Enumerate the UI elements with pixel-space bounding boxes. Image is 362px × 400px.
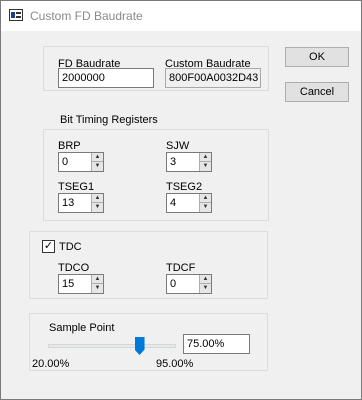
app-icon xyxy=(9,9,23,21)
brp-label: BRP xyxy=(58,140,81,152)
brp-spinner[interactable]: 0 ▲ ▼ xyxy=(58,152,104,172)
tdco-down-arrow-icon[interactable]: ▼ xyxy=(91,284,103,293)
tdcf-up-arrow-icon[interactable]: ▲ xyxy=(199,275,211,284)
sample-point-max-label: 95.00% xyxy=(156,358,194,370)
sjw-spinner[interactable]: 3 ▲ ▼ xyxy=(166,152,212,172)
brp-up-arrow-icon[interactable]: ▲ xyxy=(91,153,103,162)
tdcf-spinner[interactable]: 0 ▲ ▼ xyxy=(166,274,212,294)
fd-baudrate-input[interactable]: 2000000 xyxy=(58,68,154,88)
dialog-window: Custom FD Baudrate FD Baudrate 2000000 C… xyxy=(0,0,362,400)
tseg2-down-arrow-icon[interactable]: ▼ xyxy=(199,203,211,212)
brp-down-arrow-icon[interactable]: ▼ xyxy=(91,162,103,171)
baudrate-group: FD Baudrate 2000000 Custom Baudrate 800F… xyxy=(43,46,269,91)
tdc-group: ✓ TDC TDCO 15 ▲ ▼ TDCF 0 ▲ ▼ xyxy=(29,231,268,299)
sjw-value: 3 xyxy=(170,156,177,168)
tseg1-up-arrow-icon[interactable]: ▲ xyxy=(91,194,103,203)
tdcf-label: TDCF xyxy=(166,262,196,274)
tdco-spinner[interactable]: 15 ▲ ▼ xyxy=(58,274,104,294)
sample-point-slider-thumb[interactable] xyxy=(134,337,145,355)
tseg2-spinner[interactable]: 4 ▲ ▼ xyxy=(166,193,212,213)
sample-point-label: Sample Point xyxy=(49,322,115,334)
tseg2-label: TSEG2 xyxy=(166,181,203,193)
sjw-label: SJW xyxy=(166,140,190,152)
brp-value: 0 xyxy=(62,156,69,168)
tdc-checkbox-label[interactable]: TDC xyxy=(59,241,82,253)
tdco-label: TDCO xyxy=(58,262,90,274)
tseg1-value: 13 xyxy=(62,197,75,209)
tseg2-up-arrow-icon[interactable]: ▲ xyxy=(199,194,211,203)
tseg1-down-arrow-icon[interactable]: ▼ xyxy=(91,203,103,212)
title-bar[interactable]: Custom FD Baudrate xyxy=(1,1,361,31)
tdco-up-arrow-icon[interactable]: ▲ xyxy=(91,275,103,284)
tseg2-value: 4 xyxy=(170,197,177,209)
custom-baudrate-field: 800F00A0032D43 xyxy=(165,68,261,88)
sample-point-input[interactable]: 75.00% xyxy=(183,334,250,354)
tdco-value: 15 xyxy=(62,278,75,290)
sample-point-min-label: 20.00% xyxy=(32,358,70,370)
sample-point-group: Sample Point 75.00% 20.00% 95.00% xyxy=(29,313,268,371)
bit-timing-heading: Bit Timing Registers xyxy=(60,114,158,126)
sjw-down-arrow-icon[interactable]: ▼ xyxy=(199,162,211,171)
window-title: Custom FD Baudrate xyxy=(30,9,143,23)
sample-point-slider-track[interactable] xyxy=(48,344,176,348)
tseg1-spinner[interactable]: 13 ▲ ▼ xyxy=(58,193,104,213)
tseg1-label: TSEG1 xyxy=(58,181,95,193)
sjw-up-arrow-icon[interactable]: ▲ xyxy=(199,153,211,162)
tdcf-down-arrow-icon[interactable]: ▼ xyxy=(199,284,211,293)
bit-timing-group: BRP 0 ▲ ▼ SJW 3 ▲ ▼ TSEG1 13 ▲ ▼ TSEG2 4 ▲ ▼ xyxy=(43,129,269,221)
cancel-button[interactable]: Cancel xyxy=(285,82,349,102)
ok-button[interactable]: OK xyxy=(285,47,349,67)
tdcf-value: 0 xyxy=(170,278,177,290)
tdc-checkbox[interactable]: ✓ xyxy=(42,240,55,253)
